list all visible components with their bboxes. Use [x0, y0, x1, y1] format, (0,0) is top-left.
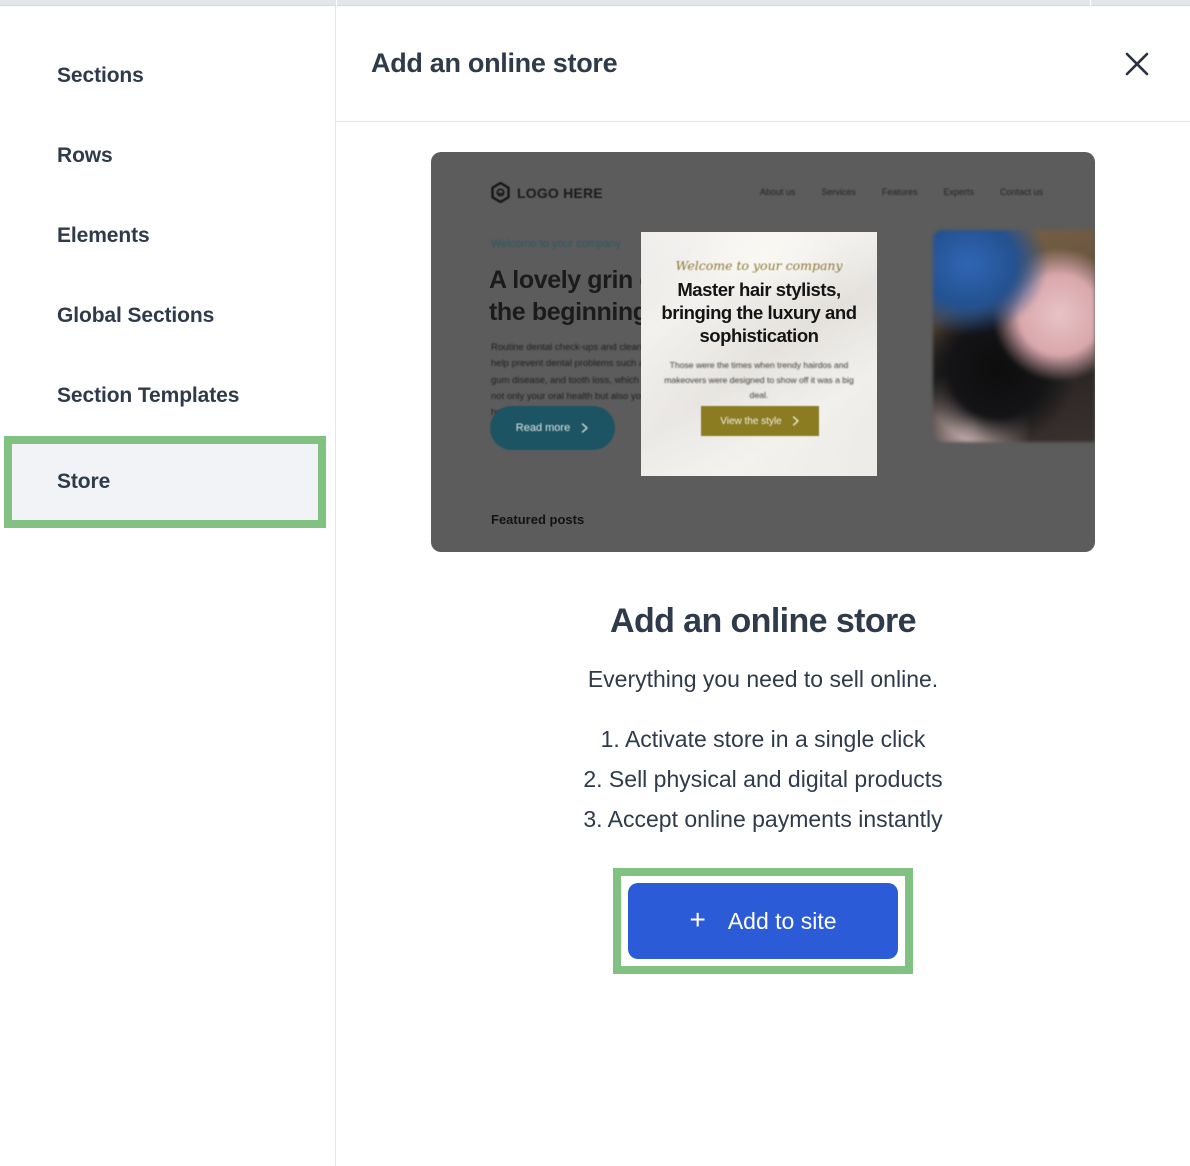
- content-subtitle: Everything you need to sell online.: [587, 666, 939, 692]
- panel-header: Add an online store: [336, 6, 1190, 122]
- preview-nav-item: Experts: [943, 187, 974, 197]
- sidebar-item-label: Store: [57, 470, 111, 493]
- close-icon: [1125, 52, 1149, 75]
- content-title: Add an online store: [610, 602, 917, 640]
- chevron-right-icon: [582, 423, 588, 433]
- preview-featured-label: Featured posts: [491, 512, 585, 527]
- app-shell: Sections Rows Elements Global Sections S…: [0, 6, 1190, 1166]
- preview-photo: [933, 230, 1095, 442]
- cta-wrap: + Add to site: [336, 868, 1190, 974]
- list-item: 2. Sell physical and digital products: [583, 766, 943, 792]
- sidebar-item-section-templates[interactable]: Section Templates: [0, 356, 335, 436]
- add-to-site-label: Add to site: [727, 907, 837, 934]
- page-title: Add an online store: [371, 48, 618, 78]
- sidebar-item-store-inner[interactable]: Store: [12, 444, 318, 520]
- preview-overlay-card: Welcome to your company Master hair styl…: [641, 232, 877, 476]
- hexagon-logo-icon: [491, 182, 510, 203]
- template-preview[interactable]: LOGO HERE About us Services Features Exp…: [431, 152, 1095, 552]
- sidebar-item-label: Sections: [57, 64, 144, 87]
- overlay-eyebrow: Welcome to your company: [675, 258, 843, 273]
- preview-wrap: LOGO HERE About us Services Features Exp…: [336, 122, 1190, 552]
- sidebar-item-label: Section Templates: [57, 384, 240, 407]
- sidebar-item-label: Global Sections: [57, 304, 215, 327]
- preview-read-more-label: Read more: [515, 422, 571, 434]
- add-to-site-highlight-box: + Add to site: [613, 868, 913, 974]
- overlay-heading: Master hair stylists, bringing the luxur…: [661, 279, 857, 347]
- preview-nav-item: Features: [881, 187, 918, 197]
- sidebar-item-elements[interactable]: Elements: [0, 196, 335, 276]
- preview-nav: About us Services Features Experts Conta…: [760, 187, 1043, 197]
- store-panel: Add an online store LOGO HERE About us S…: [336, 6, 1190, 1166]
- panel-content: Add an online store Everything you need …: [336, 552, 1190, 974]
- preview-eyebrow: Welcome to your company: [491, 238, 622, 250]
- list-item: 3. Accept online payments instantly: [583, 806, 943, 832]
- sidebar: Sections Rows Elements Global Sections S…: [0, 6, 336, 1166]
- preview-logo: LOGO HERE: [491, 182, 603, 203]
- sidebar-item-sections[interactable]: Sections: [0, 36, 335, 116]
- preview-read-more-button: Read more: [490, 406, 615, 450]
- feature-list: 1. Activate store in a single click 2. S…: [336, 719, 1190, 839]
- overlay-body: Those were the times when trendy hairdos…: [664, 360, 854, 401]
- preview-logo-text: LOGO HERE: [517, 184, 603, 201]
- chevron-right-icon: [792, 416, 799, 426]
- sidebar-item-label: Rows: [57, 144, 113, 167]
- preview-nav-item: About us: [759, 187, 796, 197]
- sidebar-item-rows[interactable]: Rows: [0, 116, 335, 196]
- preview-nav-item: Services: [821, 187, 856, 197]
- overlay-view-style-button: View the style: [701, 406, 819, 436]
- sidebar-item-store[interactable]: Store: [0, 436, 335, 528]
- sidebar-item-label: Elements: [57, 224, 150, 247]
- preview-nav-item: Contact us: [999, 187, 1043, 197]
- overlay-view-style-label: View the style: [720, 415, 782, 427]
- add-to-site-button[interactable]: + Add to site: [628, 883, 898, 959]
- close-button[interactable]: [1114, 41, 1160, 87]
- sidebar-item-global-sections[interactable]: Global Sections: [0, 276, 335, 356]
- list-item: 1. Activate store in a single click: [600, 726, 926, 752]
